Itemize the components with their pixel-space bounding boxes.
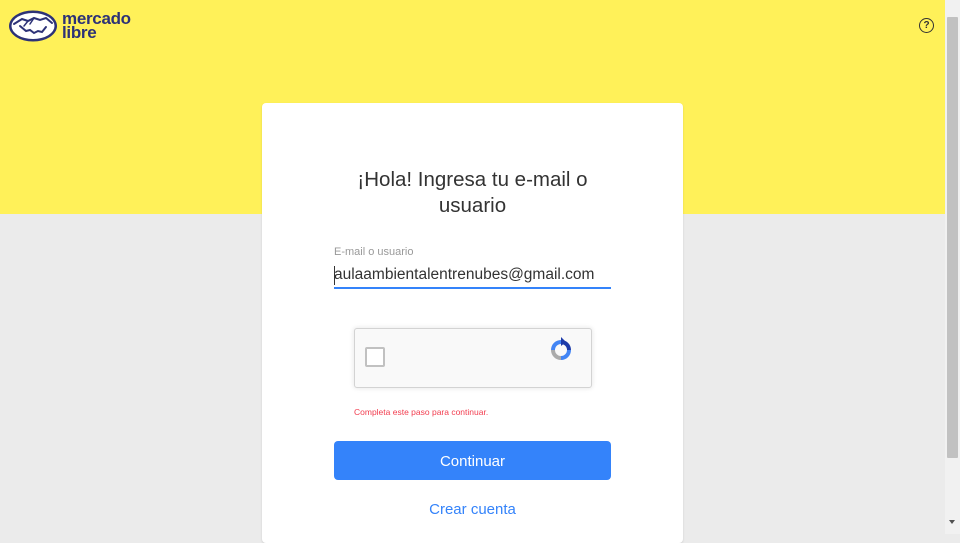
login-card: ¡Hola! Ingresa tu e-mail o usuario E-mai… (262, 103, 683, 543)
captcha-error-message: Completa este paso para continuar. (354, 407, 489, 417)
logo-line2: libre (62, 23, 97, 42)
title-line1: ¡Hola! Ingresa tu e-mail o (357, 168, 588, 191)
mercadolibre-logo[interactable]: mercado libre (8, 9, 131, 43)
logo-wordmark: mercado libre (62, 10, 131, 42)
recaptcha-widget (354, 328, 592, 388)
continue-button[interactable]: Continuar (334, 441, 611, 480)
help-circle-icon[interactable]: ? (919, 18, 934, 33)
handshake-icon (9, 10, 57, 42)
text-cursor (334, 266, 335, 285)
email-field[interactable] (334, 263, 611, 289)
email-field-label: E-mail o usuario (334, 246, 414, 258)
recaptcha-checkbox[interactable] (365, 347, 385, 367)
create-account-link[interactable]: Crear cuenta (334, 501, 611, 518)
vertical-scrollbar[interactable] (945, 0, 960, 534)
recaptcha-icon (551, 337, 571, 360)
title-line2: usuario (438, 194, 507, 217)
page-title: ¡Hola! Ingresa tu e-mail o usuario (262, 167, 683, 219)
scroll-down-arrow-icon[interactable] (949, 520, 955, 524)
scrollbar-thumb[interactable] (947, 17, 958, 458)
